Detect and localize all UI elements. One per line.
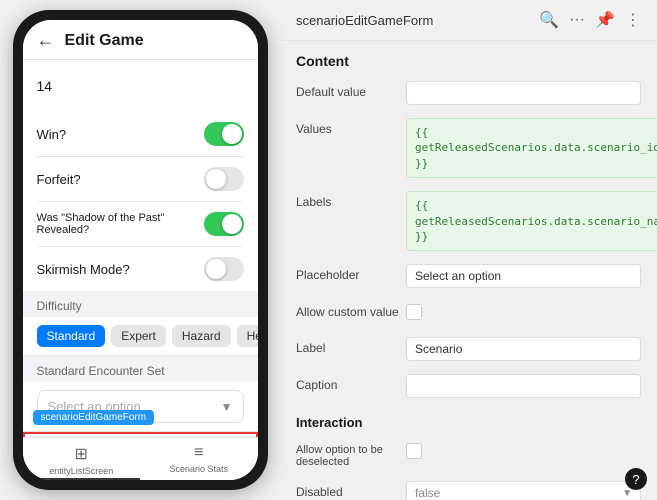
nav-entity-list-label: entityListScreen: [49, 466, 113, 476]
label-field-label: Label: [296, 337, 406, 355]
allow-custom-checkbox[interactable]: [406, 304, 422, 320]
win-label: Win?: [37, 127, 67, 142]
labels-label: Labels: [296, 191, 406, 209]
placeholder-field: [406, 264, 641, 288]
nav-active-bar: [23, 478, 141, 480]
allow-deselect-checkbox[interactable]: [406, 443, 422, 459]
content-section-title: Content: [280, 41, 657, 75]
win-row: Win?: [37, 112, 244, 157]
phone-panel: ← Edit Game 14 Win?: [0, 0, 280, 500]
right-header-title: scenarioEditGameForm: [296, 13, 433, 28]
right-panel: scenarioEditGameForm 🔍 ··· 📌 ⋮ Content D…: [280, 0, 657, 500]
shadow-row: Was "Shadow of the Past" Revealed?: [37, 202, 244, 247]
overflow-icon[interactable]: ⋮: [625, 10, 641, 30]
difficulty-hazard[interactable]: Hazard: [172, 325, 231, 347]
forfeit-row: Forfeit?: [37, 157, 244, 202]
allow-deselect-label: Allow option to be deselected: [296, 440, 406, 468]
shadow-toggle[interactable]: [204, 212, 244, 236]
labels-code[interactable]: {{ getReleasedScenarios.data.scenario_na…: [406, 191, 657, 251]
back-button[interactable]: ←: [37, 30, 55, 51]
skirmish-row: Skirmish Mode?: [37, 247, 244, 291]
disabled-value: false: [415, 486, 440, 500]
placeholder-label: Placeholder: [296, 264, 406, 282]
nav-entity-list[interactable]: ⊞ entityListScreen: [23, 444, 141, 476]
values-label: Values: [296, 118, 406, 136]
disabled-select[interactable]: false ▼: [406, 481, 641, 500]
shadow-label: Was "Shadow of the Past" Revealed?: [37, 212, 177, 236]
nav-scenario-stats[interactable]: ≡ Scenario Stats: [140, 444, 258, 476]
entity-list-icon: ⊞: [75, 444, 88, 464]
caption-input[interactable]: [406, 374, 641, 398]
default-value-field: [406, 81, 641, 105]
default-value-input[interactable]: [406, 81, 641, 105]
placeholder-input[interactable]: [406, 264, 641, 288]
phone-header: ← Edit Game: [23, 20, 258, 60]
allow-custom-row: Allow custom value: [280, 295, 657, 331]
pin-icon[interactable]: 📌: [595, 10, 615, 30]
difficulty-label: Difficulty: [37, 299, 82, 313]
difficulty-heroic[interactable]: Heroic: [237, 325, 258, 347]
label-input[interactable]: [406, 337, 641, 361]
label-field: [406, 337, 641, 361]
phone-content: 14 Win? Forfeit?: [23, 60, 258, 437]
id-section: 14: [23, 60, 258, 112]
caption-label: Caption: [296, 374, 406, 392]
bottom-nav: ⊞ entityListScreen ≡ Scenario Stats: [23, 437, 258, 480]
more-options-icon[interactable]: ···: [569, 11, 585, 29]
right-header: scenarioEditGameForm 🔍 ··· 📌 ⋮: [280, 0, 657, 41]
skirmish-toggle[interactable]: [204, 257, 244, 281]
forfeit-toggle-knob: [206, 169, 226, 189]
default-value-row: Default value: [280, 75, 657, 112]
allow-deselect-field: [406, 440, 641, 459]
nav-scenario-stats-label: Scenario Stats: [169, 464, 228, 474]
interaction-title: Interaction: [280, 405, 657, 434]
forfeit-label: Forfeit?: [37, 172, 81, 187]
phone-title: Edit Game: [65, 32, 144, 50]
phone-screen: ← Edit Game 14 Win?: [23, 20, 258, 480]
id-row: 14: [37, 60, 244, 112]
difficulty-row: Standard Expert Hazard Heroic: [23, 317, 258, 356]
disabled-field: false ▼: [406, 481, 641, 500]
skirmish-toggle-knob: [206, 259, 226, 279]
skirmish-label: Skirmish Mode?: [37, 262, 130, 277]
caption-row: Caption: [280, 368, 657, 405]
values-row: Values {{ getReleasedScenarios.data.scen…: [280, 112, 657, 185]
search-icon[interactable]: 🔍: [539, 10, 559, 30]
label-row: Label: [280, 331, 657, 368]
scenario-tooltip: scenarioEditGameForm: [33, 410, 155, 425]
right-content: Content Default value Values {{ getRelea…: [280, 41, 657, 500]
help-button[interactable]: ?: [625, 468, 647, 490]
forfeit-toggle[interactable]: [204, 167, 244, 191]
placeholder-row: Placeholder: [280, 258, 657, 295]
disabled-row: Disabled false ▼: [280, 475, 657, 500]
default-value-label: Default value: [296, 81, 406, 99]
encounter-chevron-icon: ▼: [221, 400, 233, 414]
encounter-section-header: Standard Encounter Set: [23, 356, 258, 382]
difficulty-expert[interactable]: Expert: [111, 325, 166, 347]
labels-row: Labels {{ getReleasedScenarios.data.scen…: [280, 185, 657, 258]
difficulty-section-header: Difficulty: [23, 291, 258, 317]
caption-field: [406, 374, 641, 398]
values-field: {{ getReleasedScenarios.data.scenario_id…: [406, 118, 657, 178]
disabled-label: Disabled: [296, 481, 406, 499]
labels-field: {{ getReleasedScenarios.data.scenario_na…: [406, 191, 657, 251]
difficulty-standard[interactable]: Standard: [37, 325, 106, 347]
phone-frame: ← Edit Game 14 Win?: [13, 10, 268, 490]
id-value[interactable]: 14: [37, 70, 53, 102]
allow-custom-field: [406, 301, 641, 320]
scenario-stats-icon: ≡: [194, 444, 203, 462]
win-section: Win? Forfeit? Was "Shadow of: [23, 112, 258, 291]
win-toggle-knob: [222, 124, 242, 144]
disabled-chevron-icon: ▼: [622, 488, 632, 499]
allow-deselect-row: Allow option to be deselected: [280, 434, 657, 475]
encounter-label: Standard Encounter Set: [37, 364, 165, 378]
header-actions: 🔍 ··· 📌 ⋮: [539, 10, 641, 30]
shadow-toggle-knob: [222, 214, 242, 234]
allow-custom-label: Allow custom value: [296, 301, 406, 319]
win-toggle[interactable]: [204, 122, 244, 146]
values-code[interactable]: {{ getReleasedScenarios.data.scenario_id…: [406, 118, 657, 178]
